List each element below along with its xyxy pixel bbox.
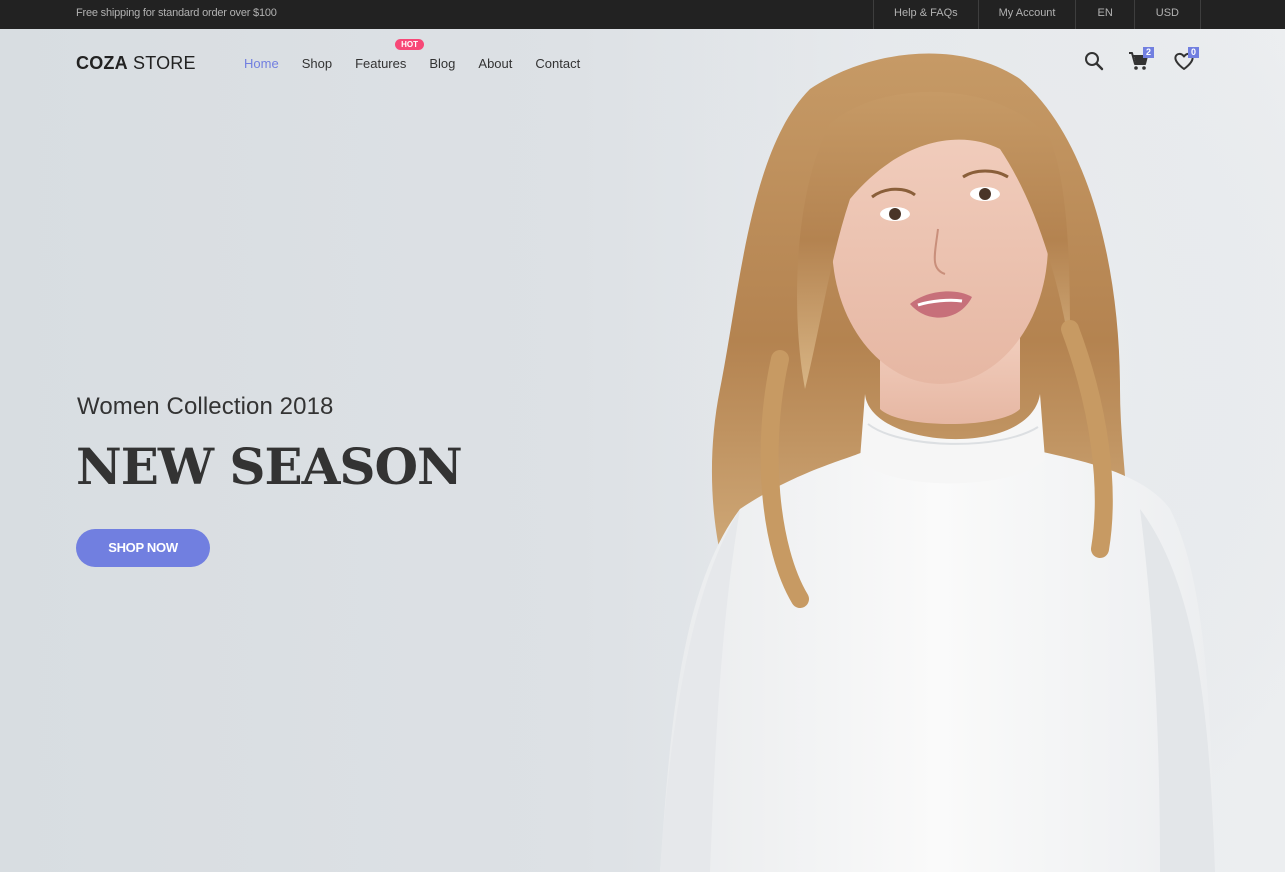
logo[interactable]: COZA STORE xyxy=(76,53,196,74)
nav-contact[interactable]: Contact xyxy=(535,56,580,71)
top-links: Help & FAQs My Account EN USD xyxy=(873,0,1201,29)
hero-headline: NEW SEASON xyxy=(76,437,463,496)
cart-count-badge: 2 xyxy=(1143,47,1154,58)
promo-text: Free shipping for standard order over $1… xyxy=(76,7,277,19)
shop-now-button[interactable]: SHOP NOW xyxy=(76,529,210,567)
nav-home[interactable]: Home xyxy=(244,56,279,71)
model-photo xyxy=(600,29,1285,872)
logo-light: STORE xyxy=(127,53,196,73)
wishlist-button[interactable]: 0 xyxy=(1172,47,1199,73)
nav-blog[interactable]: Blog xyxy=(429,56,455,71)
nav-features[interactable]: Features HOT xyxy=(355,39,424,71)
nav-features-label: Features xyxy=(355,56,407,71)
wishlist-count-badge: 0 xyxy=(1188,47,1199,58)
hero-subtitle: Women Collection 2018 xyxy=(77,393,334,420)
main-nav: Home Shop Features HOT Blog About Contact xyxy=(244,39,603,71)
nav-shop[interactable]: Shop xyxy=(302,56,332,71)
language-link[interactable]: EN xyxy=(1075,0,1133,29)
logo-bold: COZA xyxy=(76,53,128,73)
nav-about[interactable]: About xyxy=(478,56,512,71)
currency-link[interactable]: USD xyxy=(1133,0,1201,29)
search-icon[interactable] xyxy=(1082,49,1106,73)
hot-badge: HOT xyxy=(395,39,424,50)
my-account-link[interactable]: My Account xyxy=(977,0,1076,29)
cart-button[interactable]: 2 xyxy=(1127,47,1154,73)
main-header: COZA STORE Home Shop Features HOT Blog Ab… xyxy=(0,29,1285,97)
top-bar: Free shipping for standard order over $1… xyxy=(0,0,1285,29)
help-faqs-link[interactable]: Help & FAQs xyxy=(873,0,978,29)
